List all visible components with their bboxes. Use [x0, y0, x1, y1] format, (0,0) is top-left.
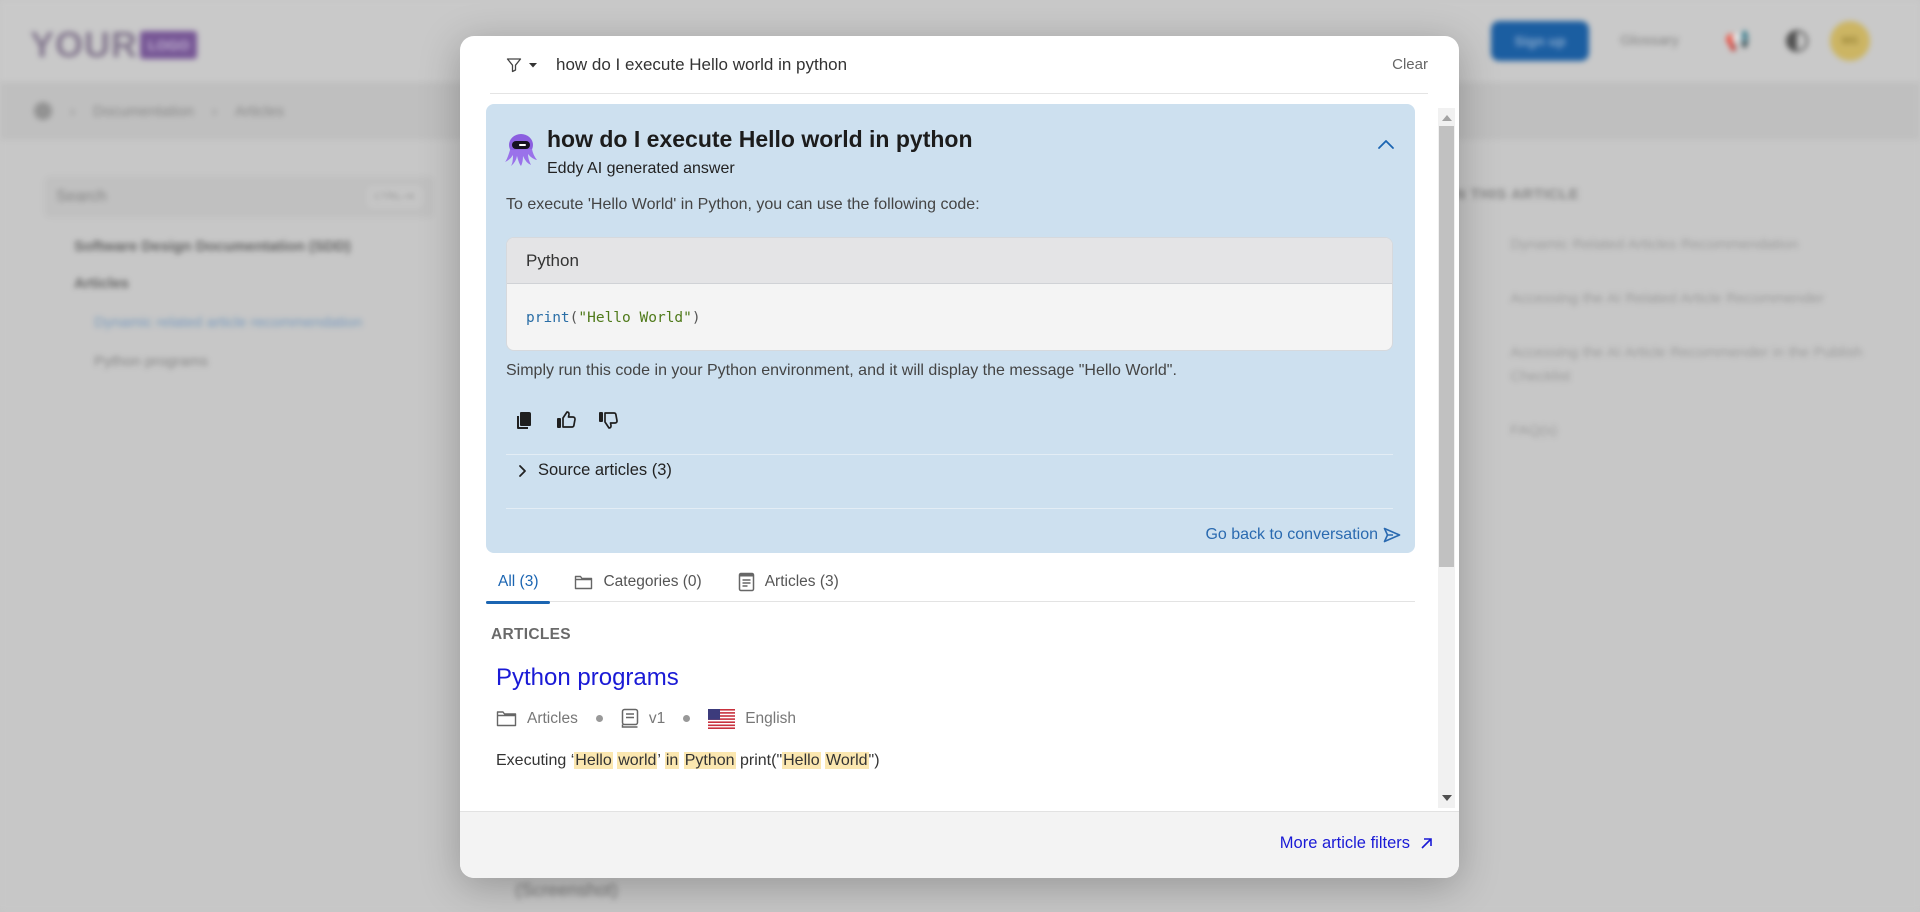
- chevron-right-icon: [519, 464, 526, 477]
- tab-label: Categories (0): [603, 573, 702, 590]
- highlighted-term: World: [825, 752, 869, 769]
- result-title-link[interactable]: Python programs: [496, 664, 679, 692]
- result-language-label: English: [745, 709, 797, 727]
- modal-footer: More article filters: [460, 811, 1459, 878]
- highlighted-term: in: [664, 752, 680, 769]
- tab-label: Articles (3): [764, 573, 839, 590]
- send-icon: [1383, 527, 1401, 543]
- ai-answer-outro: Simply run this code in your Python envi…: [506, 362, 1177, 379]
- more-article-filters-link[interactable]: More article filters: [1280, 834, 1433, 853]
- go-back-to-conversation-link[interactable]: Go back to conversation: [1205, 526, 1401, 544]
- search-input[interactable]: [556, 54, 1393, 75]
- results-scroll-area[interactable]: how do I execute Hello world in python E…: [460, 104, 1459, 804]
- meta-separator: [595, 715, 603, 722]
- scroll-up-arrow-icon[interactable]: [1442, 115, 1452, 121]
- snippet-text: ’: [657, 752, 665, 769]
- snippet-text: "): [868, 752, 880, 769]
- tab-all[interactable]: All (3): [486, 562, 551, 604]
- result-version-label: v1: [648, 709, 666, 727]
- result-category-label: Articles: [527, 709, 578, 727]
- snippet-text: print(": [735, 752, 783, 769]
- folder-icon: [496, 711, 517, 727]
- results-section-label: ARTICLES: [491, 626, 571, 643]
- us-flag-icon: [708, 708, 736, 729]
- copy-icon[interactable]: [512, 408, 536, 432]
- result-language: English: [708, 708, 797, 729]
- results-scrollbar[interactable]: [1438, 108, 1455, 808]
- filter-dropdown-button[interactable]: [506, 57, 538, 73]
- search-modal: Clear how do I execute Hello world in py…: [460, 36, 1459, 878]
- ai-answer-question: how do I execute Hello world in python: [547, 126, 973, 152]
- result-version: v1: [621, 708, 665, 729]
- article-icon: [738, 572, 754, 592]
- result-meta: Articles v1 English: [496, 708, 796, 729]
- ai-answer-intro: To execute 'Hello World' in Python, you …: [506, 196, 980, 213]
- result-tabs: All (3) Categories (0) Articles (3): [486, 562, 1415, 604]
- code-paren: ): [691, 310, 701, 326]
- scroll-down-arrow-icon[interactable]: [1442, 795, 1452, 801]
- tab-articles[interactable]: Articles (3): [726, 562, 851, 602]
- go-back-label: Go back to conversation: [1205, 526, 1378, 543]
- highlighted-term: Python: [683, 752, 736, 769]
- code-language-label: Python: [507, 238, 1392, 284]
- divider: [506, 508, 1393, 509]
- caret-down-icon: [529, 62, 537, 67]
- arrow-up-right-icon: [1421, 838, 1432, 849]
- highlighted-term: world: [617, 752, 658, 769]
- ai-answer-subtitle: Eddy AI generated answer: [547, 160, 735, 177]
- snippet-text: Executing ‘: [496, 752, 575, 769]
- divider: [506, 454, 1393, 455]
- thumbs-up-icon[interactable]: [554, 408, 578, 432]
- chevron-up-icon[interactable]: [1375, 134, 1397, 156]
- eddy-ai-avatar-icon: [505, 134, 537, 166]
- source-articles-label: Source articles (3): [538, 461, 672, 479]
- folder-icon: [575, 575, 593, 590]
- source-articles-toggle[interactable]: Source articles (3): [518, 461, 672, 480]
- thumbs-down-icon[interactable]: [596, 408, 620, 432]
- filter-icon: [506, 57, 522, 72]
- book-icon: [621, 708, 639, 728]
- meta-separator: [683, 715, 691, 722]
- code-function: print: [526, 310, 570, 326]
- search-bar: Clear: [490, 36, 1428, 94]
- result-snippet: Executing ‘Hello world’ in Python print(…: [496, 752, 880, 770]
- code-string: "Hello World": [578, 310, 692, 326]
- highlighted-term: Hello: [782, 752, 821, 769]
- tab-categories[interactable]: Categories (0): [562, 562, 713, 602]
- ai-answer-card: how do I execute Hello world in python E…: [486, 104, 1415, 553]
- more-filters-label: More article filters: [1279, 834, 1410, 852]
- highlighted-term: Hello: [574, 752, 613, 769]
- code-block: Python print("Hello World"): [506, 237, 1393, 351]
- result-category: Articles: [496, 710, 578, 728]
- tab-label: All (3): [498, 573, 539, 590]
- code-content: print("Hello World"): [507, 284, 1392, 350]
- clear-button[interactable]: Clear: [1392, 56, 1428, 73]
- ai-answer-actions: [512, 408, 620, 432]
- scrollbar-thumb[interactable]: [1439, 126, 1454, 567]
